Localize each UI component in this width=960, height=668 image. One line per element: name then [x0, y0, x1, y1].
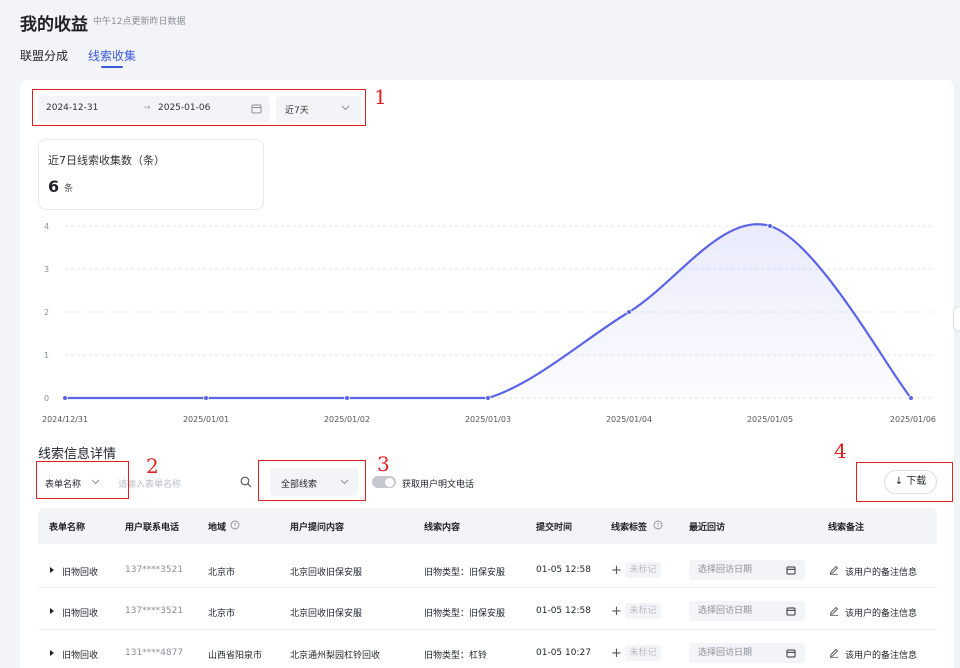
calendar-icon[interactable] [786, 565, 796, 575]
row-time: 01-05 10:27 [536, 648, 591, 658]
row-region: 北京市 [208, 568, 236, 578]
add-tag-icon[interactable]: + [611, 646, 622, 661]
page-subtitle: 中午12点更新昨日数据 [93, 17, 186, 27]
x-tick-label: 2025/01/05 [747, 415, 793, 424]
data-point [62, 395, 68, 401]
add-tag-icon[interactable]: + [611, 563, 622, 578]
row-note[interactable]: 该用户的备注信息 [845, 565, 917, 578]
annotation-number-2: 2 [146, 454, 159, 478]
y-tick-label: 0 [44, 394, 49, 403]
column-header-form: 表单名称 [49, 523, 86, 533]
y-tick-label: 4 [44, 222, 49, 231]
row-phone: 137****3521 [125, 565, 184, 575]
edit-icon[interactable] [829, 565, 839, 575]
annotation-box-1 [32, 89, 366, 126]
lead-count-card [38, 139, 264, 210]
svg-text:?: ? [233, 522, 236, 529]
page-title: 我的收益 [20, 15, 88, 35]
row-divider [38, 587, 937, 588]
annotation-box-3 [258, 460, 366, 501]
annotation-box-4 [856, 462, 953, 502]
tag-badge[interactable]: 未标记 [625, 645, 661, 661]
expand-row-icon[interactable] [49, 649, 55, 657]
row-region: 北京市 [208, 609, 236, 619]
data-point [203, 395, 209, 401]
plain-phone-label: 获取用户明文电话 [402, 480, 475, 490]
data-point [485, 395, 491, 401]
row-form-name: 旧物回收 [62, 568, 99, 578]
tag-badge[interactable]: 未标记 [625, 603, 661, 619]
calendar-icon[interactable] [786, 606, 796, 616]
row-region: 山西省阳泉市 [208, 651, 263, 661]
row-phone: 131****4877 [125, 648, 184, 658]
column-header-visit: 最近回访 [689, 523, 726, 533]
row-divider [38, 629, 937, 630]
annotation-number-4: 4 [834, 439, 847, 463]
tab-alliance-share[interactable]: 联盟分成 [20, 47, 68, 64]
search-icon[interactable] [240, 476, 252, 488]
column-header-phone: 用户联系电话 [125, 523, 180, 533]
help-icon[interactable]: ? [230, 520, 240, 530]
x-tick-label: 2025/01/02 [324, 415, 370, 424]
row-form-name: 旧物回收 [62, 651, 99, 661]
row-question: 北京通州梨园杠铃回收 [290, 651, 381, 661]
column-header-question: 用户提问内容 [290, 523, 345, 533]
svg-text:?: ? [656, 522, 659, 529]
row-note[interactable]: 该用户的备注信息 [845, 606, 917, 619]
expand-row-icon[interactable] [49, 566, 55, 574]
expand-row-icon[interactable] [49, 607, 55, 615]
lead-count-title: 近7日线索收集数（条） [48, 154, 165, 167]
row-time: 01-05 12:58 [536, 606, 591, 616]
column-header-note: 线索备注 [828, 523, 865, 533]
y-tick-label: 3 [44, 265, 49, 274]
tab-lead-collection[interactable]: 线索收集 [88, 47, 136, 64]
data-point [626, 309, 632, 315]
annotation-number-1: 1 [374, 85, 387, 109]
row-question: 北京回收旧保安服 [290, 568, 363, 578]
x-tick-label: 2025/01/01 [183, 415, 229, 424]
toggle-knob [385, 478, 394, 487]
x-tick-label: 2025/01/03 [465, 415, 511, 424]
y-tick-label: 1 [44, 351, 49, 360]
data-point [344, 395, 350, 401]
lead-count-value: 6 [48, 177, 60, 196]
row-time: 01-05 12:58 [536, 565, 591, 575]
x-tick-label: 2025/01/06 [890, 415, 936, 424]
y-tick-label: 2 [44, 308, 49, 317]
column-header-content: 线索内容 [424, 523, 461, 533]
calendar-icon[interactable] [786, 648, 796, 658]
row-question: 北京回收旧保安服 [290, 609, 363, 619]
column-header-time: 提交时间 [536, 523, 573, 533]
x-tick-label: 2025/01/04 [606, 415, 652, 424]
data-point [767, 223, 773, 229]
series-area [65, 224, 911, 398]
active-tab-indicator [101, 66, 123, 68]
row-note[interactable]: 该用户的备注信息 [845, 648, 917, 661]
data-point [908, 395, 914, 401]
row-phone: 137****3521 [125, 606, 184, 616]
x-tick-label: 2024/12/31 [42, 415, 88, 424]
lead-count-unit: 条 [64, 184, 74, 194]
tag-badge[interactable]: 未标记 [625, 562, 661, 578]
annotation-box-2 [36, 461, 129, 499]
row-content: 旧物类型：旧保安服 [424, 568, 506, 578]
lead-trend-chart: 0 1 2 3 4 2024/12/31 2025/01/01 2025/01/02 2025/… [42, 222, 936, 424]
help-icon[interactable]: ? [653, 520, 663, 530]
row-content: 旧物类型：杠铃 [424, 651, 488, 661]
details-title: 线索信息详情 [38, 447, 117, 462]
add-tag-icon[interactable]: + [611, 604, 622, 619]
column-header-region: 地域 [208, 523, 227, 533]
row-content: 旧物类型：旧保安服 [424, 609, 506, 619]
annotation-number-3: 3 [377, 452, 390, 476]
edit-icon[interactable] [829, 606, 839, 616]
edit-icon[interactable] [829, 648, 839, 658]
column-header-tag: 线索标签 [611, 523, 648, 533]
row-form-name: 旧物回收 [62, 609, 99, 619]
